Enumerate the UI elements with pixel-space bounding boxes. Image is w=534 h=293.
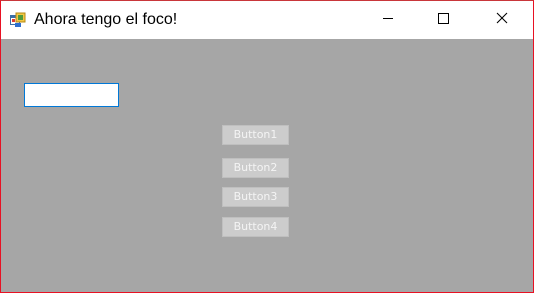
title-bar[interactable]: Ahora tengo el foco!	[1, 1, 533, 39]
button-2[interactable]: Button2	[222, 158, 289, 178]
maximize-icon	[437, 11, 449, 29]
window-title: Ahora tengo el foco!	[34, 11, 178, 28]
winforms-app-icon[interactable]	[10, 12, 26, 28]
button-4[interactable]: Button4	[222, 217, 289, 237]
close-icon	[496, 11, 508, 29]
button-1[interactable]: Button1	[222, 125, 289, 145]
form-client-area: Button1 Button2 Button3 Button4	[1, 39, 533, 292]
button-3[interactable]: Button3	[222, 187, 289, 207]
minimize-icon	[382, 11, 394, 29]
close-button[interactable]	[479, 1, 525, 39]
maximize-button[interactable]	[420, 1, 466, 39]
minimize-button[interactable]	[365, 1, 411, 39]
app-window: Ahora tengo el foco! Button1 Button2 But…	[0, 0, 534, 293]
text-input[interactable]	[24, 83, 119, 107]
